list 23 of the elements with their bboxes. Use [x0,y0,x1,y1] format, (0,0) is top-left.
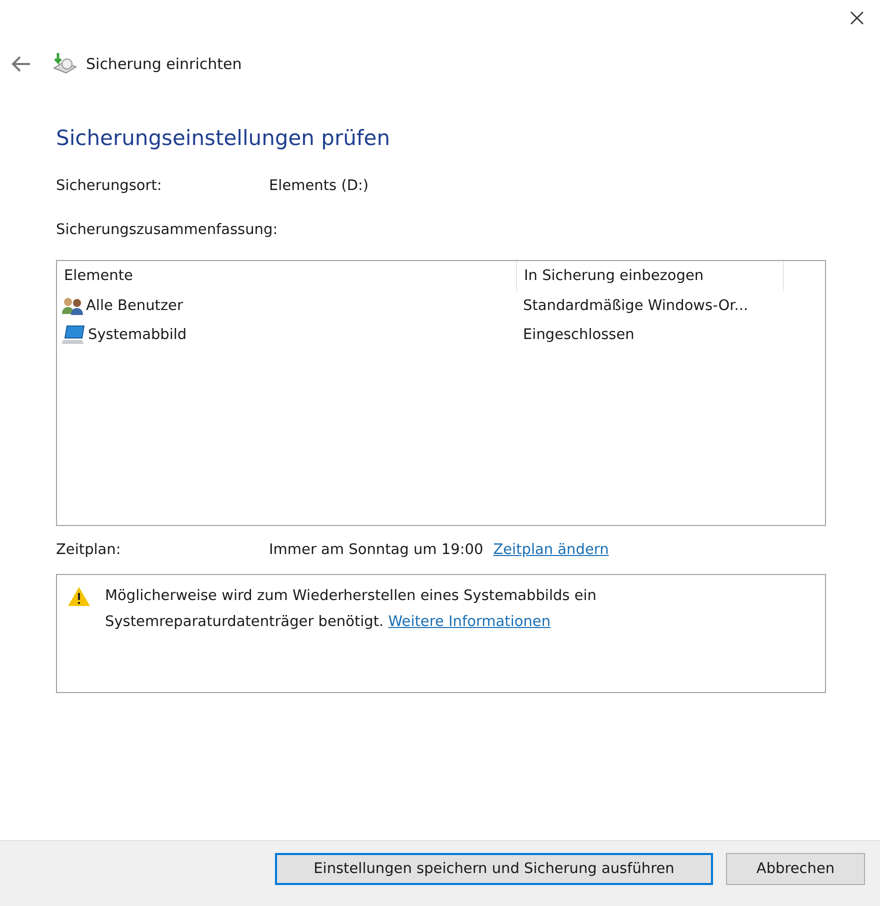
location-value: Elements (D:) [269,178,369,194]
backup-drive-icon [52,52,78,76]
column-header[interactable]: In Sicherung einbezogen [516,261,784,291]
item-name: Systemabbild [88,326,187,342]
location-label: Sicherungsort: [56,178,163,194]
close-icon [850,11,864,25]
warning-text: Möglicherweise wird zum Wiederherstellen eines Systemabbilds ein Systemreparaturdatenträger benötigt. Weitere Informationen [105,587,598,632]
item-name: Alle Benutzer [86,298,183,314]
warning-icon [67,586,91,607]
more-info-link[interactable]: Weitere Informationen [388,614,551,630]
computer-icon [62,324,86,344]
cancel-button[interactable]: Abbrechen [726,852,865,884]
table-cell-text: Standardmäßige Windows-Or... [522,298,750,314]
window-title: Sicherung einrichten [86,55,242,73]
users-icon [62,296,84,314]
summary-label: Sicherungszusammenfassung: [56,222,278,238]
change-schedule-link[interactable]: Zeitplan ändern [493,542,609,558]
schedule-label: Zeitplan: [56,542,122,558]
schedule-value: Immer am Sonntag um 19:00 [269,542,484,558]
page-heading: Sicherungseinstellungen prüfen [56,126,392,150]
save-and-run-button[interactable]: Einstellungen speichern und Sicherung ausführen [275,852,713,884]
table-cell-text: Eingeschlossen [522,326,636,342]
column-header[interactable]: Elemente [57,261,516,291]
